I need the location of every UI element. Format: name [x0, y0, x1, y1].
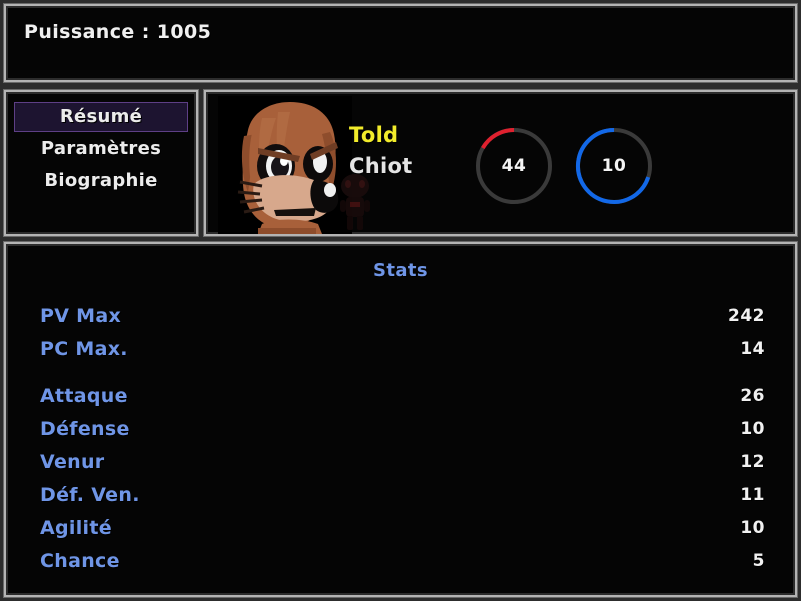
character-summary-inner: Told Chiot 44 10	[206, 92, 795, 234]
stat-value: 14	[740, 339, 765, 359]
stats-panel: Stats PV Max 242 PC Max. 14 Attaque 26 D…	[3, 241, 798, 598]
stat-row-attaque: Attaque 26	[6, 380, 795, 413]
tab-biographie[interactable]: Biographie	[14, 166, 188, 196]
tab-resume-label: Résumé	[59, 106, 143, 127]
power-readout: Puissance : 1005	[24, 21, 212, 43]
pc-gauge-value: 10	[601, 156, 627, 176]
character-species: Chiot	[349, 154, 413, 178]
puppy-portrait-icon	[218, 96, 352, 234]
tab-parametres[interactable]: Paramètres	[14, 134, 188, 164]
character-summary-panel: Told Chiot 44 10	[203, 89, 798, 237]
power-panel: Puissance : 1005	[3, 3, 798, 83]
stat-label: Attaque	[40, 385, 128, 407]
stat-label: Déf. Ven.	[40, 484, 140, 506]
dark-creature-sprite-icon	[340, 174, 370, 230]
stat-value: 242	[728, 306, 765, 326]
stats-list: PV Max 242 PC Max. 14 Attaque 26 Défense…	[6, 300, 795, 578]
stat-row-venur: Venur 12	[6, 446, 795, 479]
pc-gauge: 10	[572, 124, 656, 208]
stats-title: Stats	[372, 260, 429, 281]
stat-value: 10	[740, 419, 765, 439]
hp-gauge: 44	[472, 124, 556, 208]
stat-row-pv-max: PV Max 242	[6, 300, 795, 333]
hp-gauge-value: 44	[501, 156, 527, 176]
stat-row-chance: Chance 5	[6, 545, 795, 578]
stat-label: PC Max.	[40, 338, 128, 360]
tab-resume[interactable]: Résumé	[14, 102, 188, 132]
stat-row-defense: Défense 10	[6, 413, 795, 446]
stat-value: 11	[740, 485, 765, 505]
tab-biographie-label: Biographie	[44, 170, 158, 191]
stat-label: PV Max	[40, 305, 122, 327]
stat-value: 12	[740, 452, 765, 472]
stat-label: Venur	[40, 451, 105, 473]
stat-value: 26	[740, 386, 765, 406]
character-status-screen: Puissance : 1005 Résumé Paramètres Biogr…	[0, 0, 801, 601]
stat-label: Agilité	[40, 517, 112, 539]
character-name: Told	[349, 123, 399, 147]
stat-value: 5	[752, 551, 765, 571]
stat-label: Défense	[40, 418, 130, 440]
tab-parametres-label: Paramètres	[40, 138, 162, 159]
tab-panel: Résumé Paramètres Biographie	[3, 89, 199, 237]
stat-label: Chance	[40, 550, 120, 572]
stat-row-pc-max: PC Max. 14	[6, 333, 795, 366]
stat-row-def-ven: Déf. Ven. 11	[6, 479, 795, 512]
tab-list: Résumé Paramètres Biographie	[6, 102, 196, 198]
stat-row-agilite: Agilité 10	[6, 512, 795, 545]
stat-value: 10	[740, 518, 765, 538]
